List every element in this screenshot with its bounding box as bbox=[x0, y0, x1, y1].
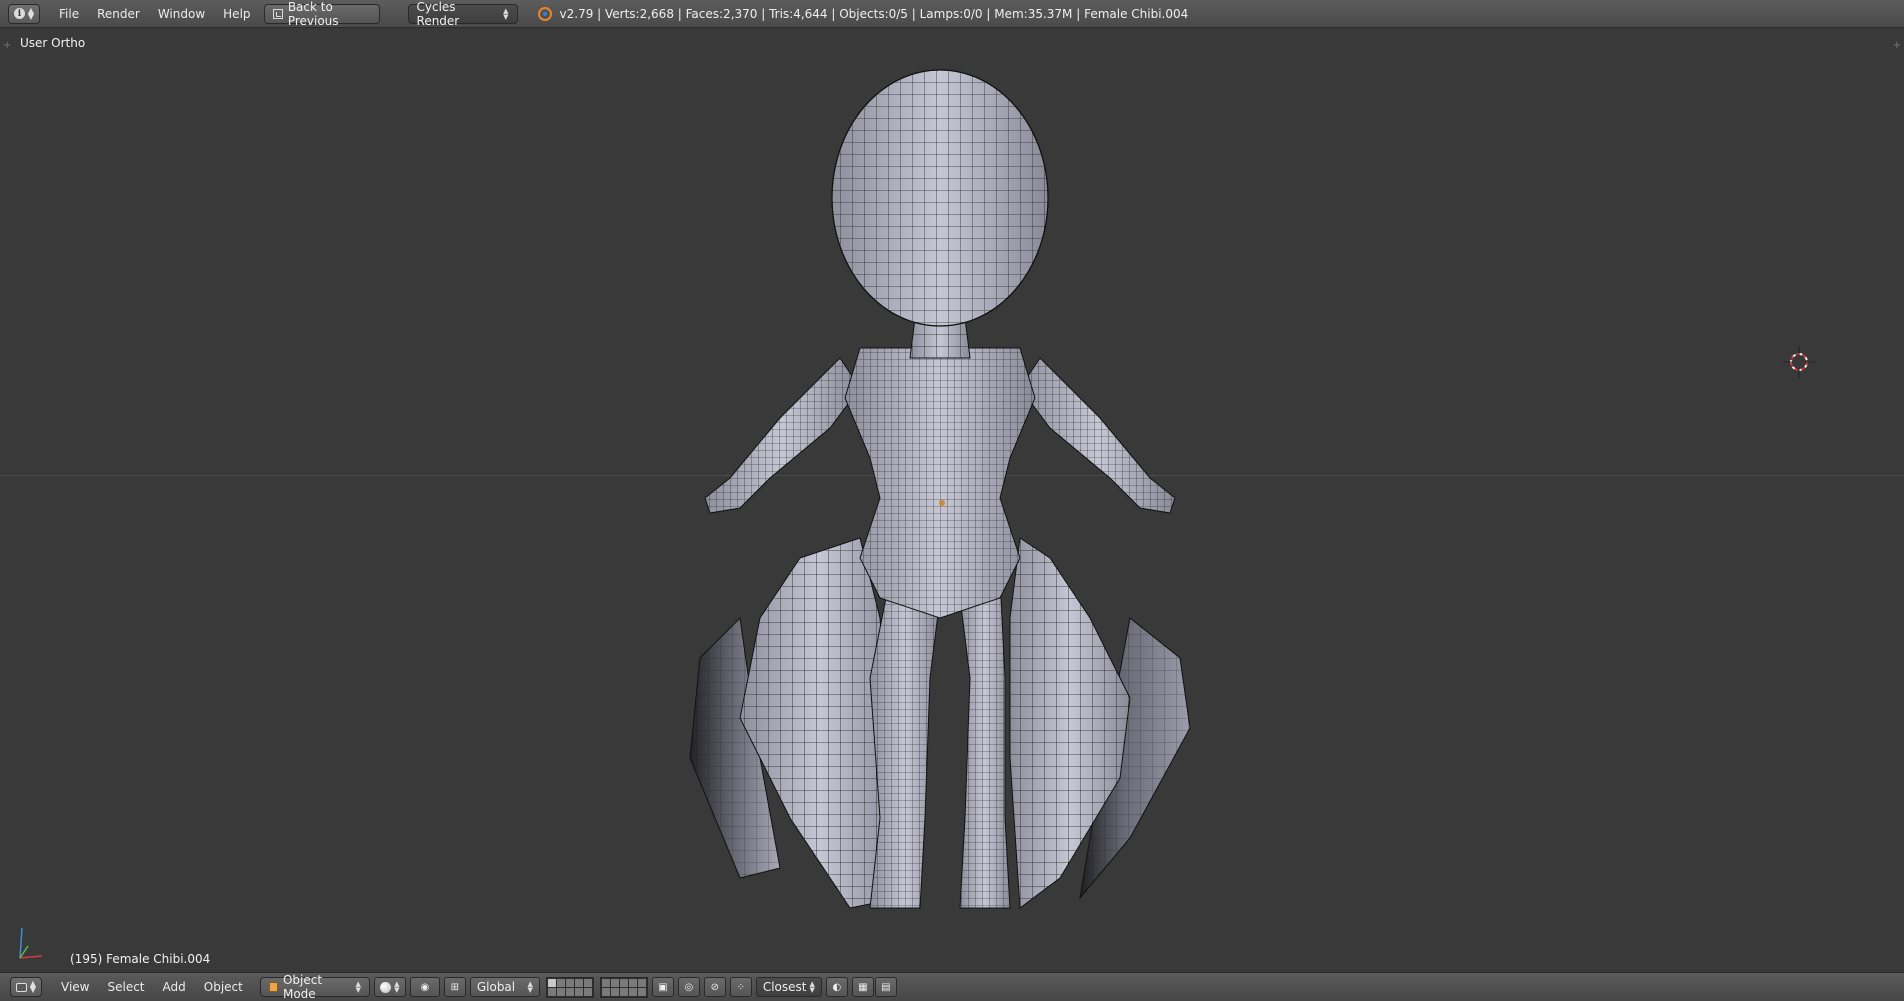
manipulator-icon: ⊞ bbox=[451, 982, 459, 993]
menu-render[interactable]: Render bbox=[88, 7, 149, 21]
scene-layers-grid-1[interactable] bbox=[546, 977, 594, 998]
interaction-mode-select[interactable]: Object Mode ▲▼ bbox=[260, 977, 370, 997]
manipulator-toggle-button[interactable]: ⊞ bbox=[444, 977, 466, 997]
blender-logo-icon bbox=[538, 7, 552, 21]
viewport-shading-select[interactable]: ▲▼ bbox=[374, 977, 406, 997]
editor-type-button[interactable]: i ▲▼ bbox=[8, 4, 40, 24]
back-to-previous-button[interactable]: Back to Previous bbox=[264, 4, 380, 24]
3d-view-menu-bar: View Select Add Object bbox=[52, 980, 252, 994]
scene-layers-grid-2[interactable] bbox=[600, 977, 648, 998]
magnet-icon: ⊘ bbox=[711, 982, 719, 993]
region-toggle-left-icon[interactable]: + bbox=[3, 40, 11, 51]
layer-button[interactable] bbox=[566, 988, 574, 996]
layer-button[interactable] bbox=[584, 979, 592, 987]
menu-view[interactable]: View bbox=[52, 980, 98, 994]
solid-shading-icon bbox=[380, 982, 391, 993]
dropdown-arrows-icon: ▲▼ bbox=[355, 981, 360, 993]
scene-statistics: v2.79 | Verts:2,668 | Faces:2,370 | Tris… bbox=[560, 7, 1189, 21]
menu-file[interactable]: File bbox=[50, 7, 88, 21]
layer-lock-button[interactable]: ▣ bbox=[652, 977, 674, 997]
menu-window[interactable]: Window bbox=[149, 7, 214, 21]
layer-button[interactable] bbox=[620, 979, 628, 987]
layer-button[interactable] bbox=[584, 988, 592, 996]
dropdown-arrows-icon: ▲▼ bbox=[809, 981, 814, 993]
top-menu-bar: File Render Window Help bbox=[50, 7, 260, 21]
render-engine-select[interactable]: Cycles Render ▲▼ bbox=[408, 4, 518, 24]
snap-target-value: Closest bbox=[763, 980, 807, 994]
proportional-editing-button[interactable]: ◎ bbox=[678, 977, 700, 997]
layer-button[interactable] bbox=[629, 988, 637, 996]
layer-button[interactable] bbox=[566, 979, 574, 987]
layer-button[interactable] bbox=[548, 988, 556, 996]
updown-arrows-icon: ▲▼ bbox=[28, 8, 34, 20]
layer-button[interactable] bbox=[611, 979, 619, 987]
layer-button[interactable] bbox=[548, 979, 556, 987]
object-origin-point bbox=[939, 500, 945, 506]
layer-button[interactable] bbox=[557, 988, 565, 996]
layer-button[interactable] bbox=[575, 979, 583, 987]
layer-button[interactable] bbox=[602, 988, 610, 996]
dropdown-arrows-icon: ▲▼ bbox=[527, 981, 532, 993]
3d-viewport[interactable]: User Ortho + + bbox=[0, 28, 1904, 972]
dropdown-arrows-icon: ▲▼ bbox=[394, 981, 399, 993]
render-engine-value: Cycles Render bbox=[417, 0, 499, 28]
layer-button[interactable] bbox=[620, 988, 628, 996]
interaction-mode-value: Object Mode bbox=[283, 973, 350, 1001]
info-header: i ▲▼ File Render Window Help Back to Pre… bbox=[0, 0, 1904, 28]
transform-orientation-value: Global bbox=[477, 980, 515, 994]
layer-button[interactable] bbox=[575, 988, 583, 996]
transform-orientation-select[interactable]: Global ▲▼ bbox=[470, 977, 540, 997]
active-object-label: (195) Female Chibi.004 bbox=[70, 952, 210, 966]
pivot-point-icon: ◉ bbox=[420, 982, 429, 993]
clapper-icon: ▤ bbox=[881, 982, 890, 993]
layer-button[interactable] bbox=[557, 979, 565, 987]
updown-arrows-icon: ▲▼ bbox=[30, 981, 36, 993]
snap-align-rotation-button[interactable]: ◐ bbox=[826, 977, 848, 997]
editor-type-button-3d-view[interactable]: ▲▼ bbox=[10, 977, 42, 997]
opengl-render-image-button[interactable]: ▦ bbox=[852, 977, 874, 997]
layer-button[interactable] bbox=[602, 979, 610, 987]
back-to-previous-label: Back to Previous bbox=[288, 0, 371, 28]
snap-element-icon: ⁘ bbox=[737, 982, 745, 993]
snap-element-select[interactable]: ⁘ bbox=[730, 977, 752, 997]
layer-button[interactable] bbox=[638, 988, 646, 996]
align-rotation-icon: ◐ bbox=[832, 982, 841, 993]
proportional-edit-icon: ◎ bbox=[684, 982, 693, 993]
snap-toggle-button[interactable]: ⊘ bbox=[704, 977, 726, 997]
blender-window: i ▲▼ File Render Window Help Back to Pre… bbox=[0, 0, 1904, 1001]
opengl-render-animation-button[interactable]: ▤ bbox=[875, 977, 897, 997]
menu-help[interactable]: Help bbox=[214, 7, 259, 21]
menu-object[interactable]: Object bbox=[195, 980, 252, 994]
dropdown-arrows-icon: ▲▼ bbox=[503, 8, 508, 20]
layer-button[interactable] bbox=[611, 988, 619, 996]
3d-view-header: ▲▼ View Select Add Object Object Mode ▲▼… bbox=[0, 972, 1904, 1001]
region-toggle-right-icon[interactable]: + bbox=[1893, 40, 1901, 51]
layer-button[interactable] bbox=[638, 979, 646, 987]
pivot-point-select[interactable]: ◉ bbox=[410, 977, 440, 997]
object-mode-icon bbox=[269, 982, 278, 992]
menu-add[interactable]: Add bbox=[154, 980, 195, 994]
3d-cursor-icon[interactable] bbox=[1779, 342, 1819, 382]
view-projection-label: User Ortho bbox=[20, 36, 85, 50]
camera-icon: ▦ bbox=[858, 982, 867, 993]
layer-button[interactable] bbox=[629, 979, 637, 987]
axis-orientation-gizmo bbox=[12, 916, 62, 966]
snap-target-select[interactable]: Closest ▲▼ bbox=[756, 977, 822, 997]
info-icon: i bbox=[14, 8, 25, 19]
screen-back-icon bbox=[273, 9, 283, 19]
lock-icon: ▣ bbox=[658, 982, 667, 993]
female-chibi-mesh[interactable] bbox=[660, 58, 1220, 938]
menu-select[interactable]: Select bbox=[98, 980, 153, 994]
3d-view-icon bbox=[16, 983, 27, 992]
